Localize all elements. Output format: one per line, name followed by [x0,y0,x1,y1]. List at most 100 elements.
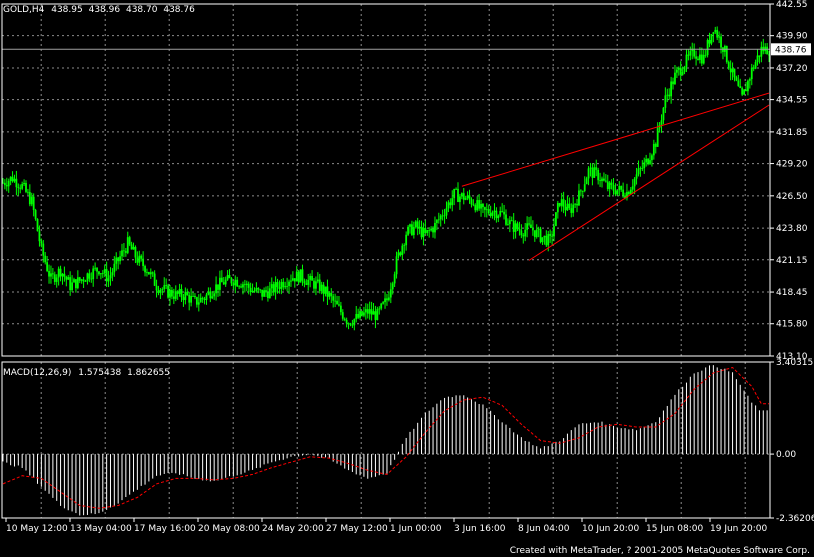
candle-body [428,230,431,231]
candle-body [27,191,29,193]
candle-body [92,268,95,280]
candle-body [649,160,651,164]
candle-body [424,227,427,233]
macd-tick-label: 0.00 [776,450,796,460]
candle-body [84,281,87,282]
candle-body [483,207,486,210]
candle-body [372,311,375,315]
candle-body [288,281,290,287]
candle-body [36,218,39,232]
candle-body [652,143,655,156]
candle-body [537,228,540,230]
candle-body [226,275,229,280]
candle-body [474,205,477,211]
candle-body [725,46,728,63]
candle-body [430,228,433,231]
candle-body [712,32,715,35]
candle-body [297,271,300,283]
candle-body [73,279,75,283]
candle-body [255,288,258,292]
candle-body [305,283,308,285]
candle-body [363,312,365,316]
candle-body [543,235,546,238]
candle-body [280,281,283,289]
candle-body [172,296,175,299]
candle-body [180,288,183,298]
candle-body [76,277,79,289]
candle-body [63,273,66,277]
candle-body [720,36,722,48]
candle-body [447,202,450,209]
candle-body [468,195,471,200]
candle-body [192,295,194,297]
candle-body [610,182,613,185]
candle-body [699,54,701,60]
candle-body [144,266,146,273]
candle-body [376,309,379,320]
candle-body [286,286,289,287]
candle-body [82,279,85,282]
candle-body [370,309,373,315]
macd-tick-label: -2.36206 [776,514,814,524]
candle-body [28,192,31,205]
candle-body [643,162,646,169]
candle-body [161,289,164,290]
candle-body [443,215,446,217]
candle-body [681,71,684,75]
candle-body [551,235,553,237]
candle-body [420,226,423,238]
candle-body [562,199,565,207]
chart-canvas[interactable]: 442.55 439.90 437.20 434.55 431.85 429.20 426.… [0,0,814,557]
last-price-label: 438.76 [775,45,807,55]
candle-body [514,223,517,232]
candle-body [67,277,70,280]
candle-body [512,220,515,232]
candle-body [119,256,121,262]
candle-body [19,187,22,189]
candle-body [80,279,83,281]
candle-body [405,234,408,246]
candle-body [313,280,315,289]
candle-body [194,295,196,298]
candle-body [710,34,713,44]
candle-body [752,67,755,69]
time-tick-label: 17 May 16:00 [134,524,196,534]
price-tick-label: 429.20 [776,160,808,170]
candle-body [322,284,325,294]
candle-body [247,283,250,288]
candlestick-series [2,26,770,331]
candle-body [606,181,609,190]
candle-body [147,272,150,275]
time-tick-label: 8 Jun 04:00 [518,524,570,534]
candle-body [351,324,354,326]
candle-body [507,224,509,225]
candle-body [220,277,223,283]
candle-body [378,308,381,310]
candle-body [535,229,538,238]
candle-body [702,54,705,64]
candle-body [217,284,219,290]
candle-body [293,278,296,282]
candle-body [505,214,507,225]
candle-body [57,268,60,278]
candle-body [186,291,189,296]
candle-body [117,257,120,262]
time-tick-label: 10 Jun 20:00 [582,524,639,534]
candle-body [476,200,479,211]
candle-body [188,295,191,303]
candle-body [672,81,674,85]
candle-body [578,190,580,206]
candle-body [53,274,56,282]
candle-body [395,256,398,275]
candle-body [299,269,302,283]
candle-body [99,273,102,275]
candle-body [165,285,168,286]
macd-histogram [2,365,768,516]
candle-body [169,289,171,298]
candle-body [489,213,492,216]
candle-body [441,215,444,217]
candle-body [589,167,592,169]
candle-body [531,227,534,231]
candle-body [355,313,358,320]
time-tick-label: 10 May 12:00 [6,524,68,534]
